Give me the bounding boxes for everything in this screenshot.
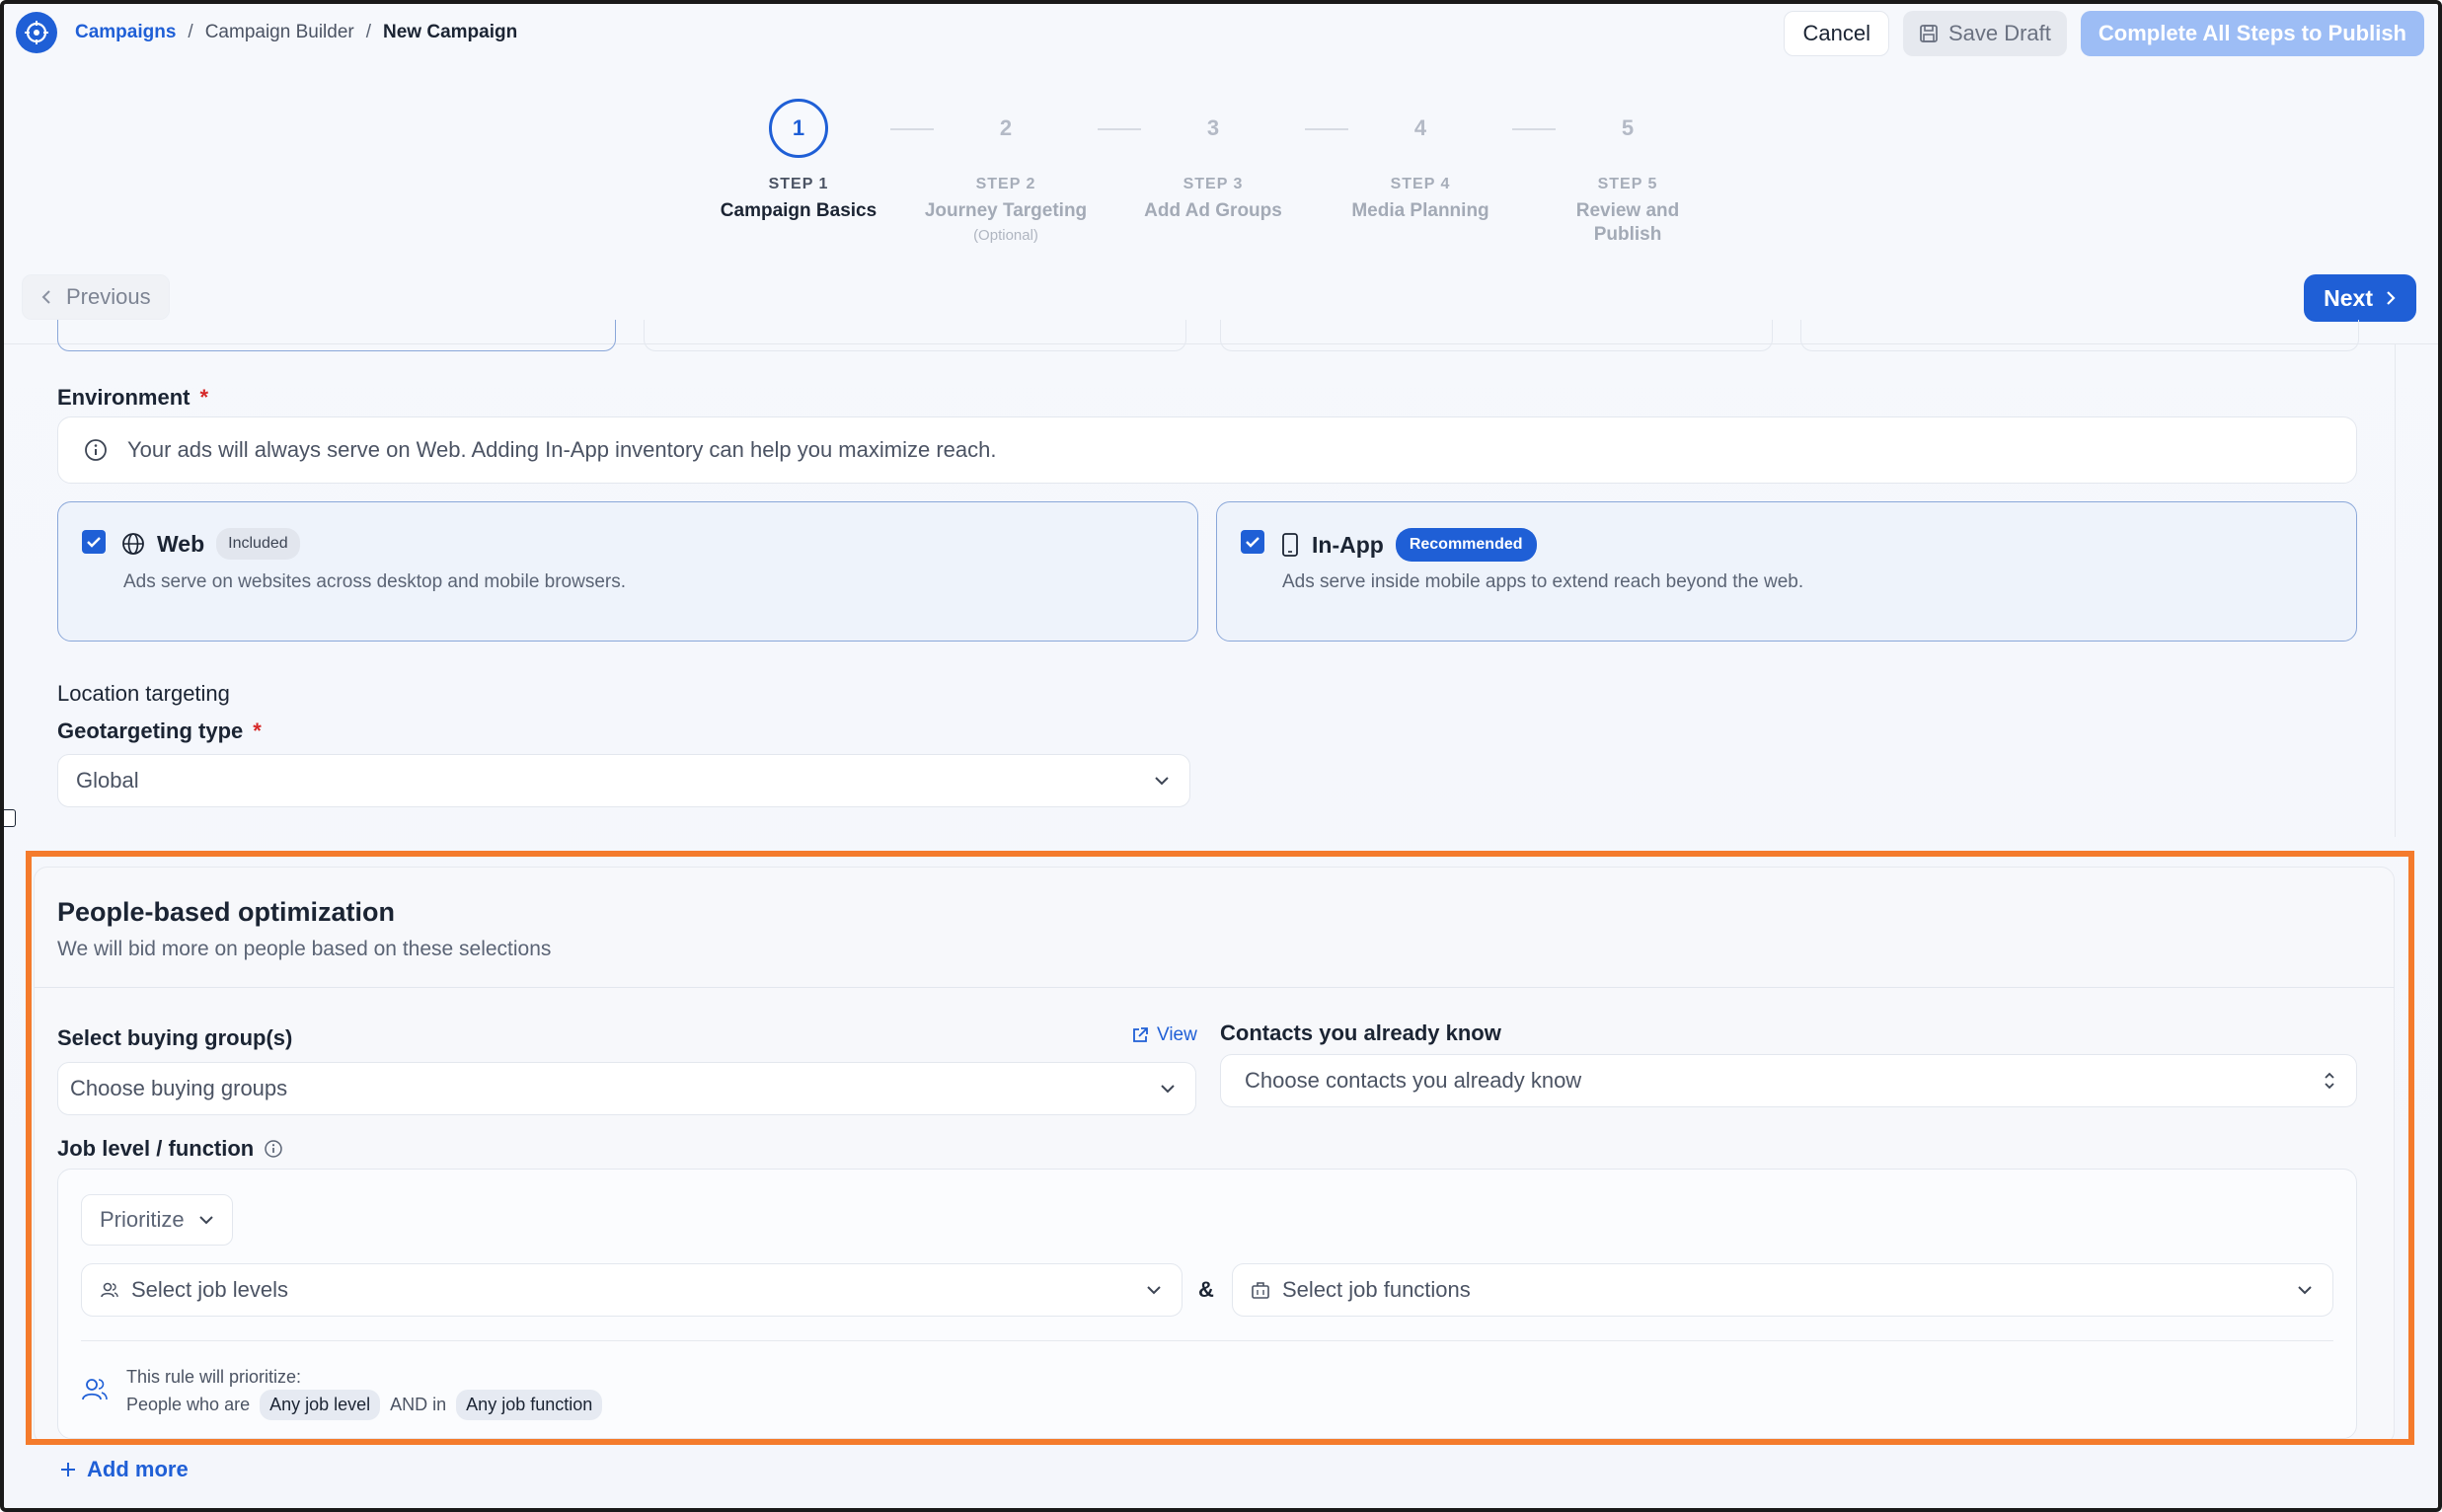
env-option-web[interactable]: Web Included Ads serve on websites acros…: [57, 501, 1198, 642]
step-name: Campaign Basics: [720, 200, 878, 221]
step-circle: 3: [1206, 115, 1220, 140]
scrolled-card-edge: [644, 320, 1186, 351]
environment-info-text: Your ads will always serve on Web. Addin…: [127, 437, 997, 462]
scrolled-card-edge: [1800, 320, 2359, 351]
included-badge: Included: [216, 528, 300, 560]
sidebar-toggle-icon[interactable]: [4, 809, 16, 827]
app-window: Campaigns / Campaign Builder / New Campa…: [0, 0, 2442, 1512]
chevron-down-icon: [1155, 777, 1169, 786]
step-number: STEP 4: [1390, 176, 1451, 192]
breadcrumb: Campaigns / Campaign Builder / New Campa…: [75, 22, 517, 43]
step-1[interactable]: 1 STEP 1 Campaign Basics: [695, 99, 902, 223]
in-app-description: Ads serve inside mobile apps to extend r…: [1282, 571, 1804, 592]
breadcrumb-separator: /: [188, 22, 193, 42]
web-title-row: Web Included: [121, 528, 300, 560]
step-circle: 4: [1413, 115, 1427, 140]
check-icon: [87, 537, 101, 548]
publish-button[interactable]: Complete All Steps to Publish: [2080, 11, 2424, 56]
stepper: 1 STEP 1 Campaign Basics 2 STEP 2 Journe…: [695, 99, 1741, 257]
env-option-in-app[interactable]: In-App Recommended Ads serve inside mobi…: [1216, 501, 2357, 642]
check-icon: [1246, 537, 1259, 548]
add-more-label: Add more: [87, 1457, 189, 1481]
save-draft-button[interactable]: Save Draft: [1902, 11, 2067, 56]
save-icon: [1920, 25, 1938, 42]
in-app-checkbox[interactable]: [1241, 530, 1264, 554]
top-bar: Campaigns / Campaign Builder / New Campa…: [4, 4, 2438, 61]
geotargeting-label: Geotargeting type *: [57, 718, 262, 744]
step-name: Journey Targeting: [924, 200, 1088, 221]
scrolled-card-edge: [57, 320, 616, 351]
in-app-title: In-App: [1312, 531, 1384, 558]
geotargeting-select[interactable]: Global: [57, 754, 1190, 807]
required-mark: *: [199, 385, 209, 410]
plus-icon: [61, 1463, 75, 1476]
step-number: STEP 1: [768, 176, 829, 192]
step-5[interactable]: 5 STEP 5 Review and Publish: [1524, 99, 1731, 247]
breadcrumb-separator: /: [365, 22, 372, 42]
step-number: STEP 5: [1597, 176, 1658, 192]
info-icon: [85, 439, 107, 461]
app-logo-icon[interactable]: [16, 12, 57, 53]
breadcrumb-campaigns[interactable]: Campaigns: [75, 22, 176, 43]
step-circle: 5: [1621, 115, 1635, 140]
previous-button[interactable]: Previous: [22, 274, 170, 320]
step-name: Add Ad Groups: [1144, 200, 1282, 221]
add-more-button[interactable]: Add more: [59, 1457, 189, 1482]
globe-icon: [122, 533, 144, 555]
breadcrumb-campaign-builder[interactable]: Campaign Builder: [205, 22, 354, 43]
in-app-title-row: In-App Recommended: [1280, 528, 1537, 562]
recommended-badge: Recommended: [1395, 528, 1537, 562]
highlight-outline: [26, 851, 2414, 1445]
mobile-phone-icon: [1282, 533, 1298, 557]
required-mark: *: [253, 718, 262, 743]
location-targeting-heading: Location targeting: [57, 681, 230, 706]
step-number: STEP 2: [975, 176, 1036, 192]
next-label: Next: [2324, 284, 2373, 311]
environment-label-text: Environment: [57, 385, 191, 410]
geotargeting-value: Global: [76, 768, 139, 793]
environment-info: Your ads will always serve on Web. Addin…: [57, 416, 2357, 484]
step-2[interactable]: 2 STEP 2 Journey Targeting (Optional): [902, 99, 1109, 244]
panel-edge: [2395, 343, 2396, 837]
step-name: Media Planning: [1351, 200, 1489, 221]
previous-label: Previous: [66, 284, 151, 309]
step-name: Review and Publish: [1575, 200, 1680, 245]
step-circle: 1: [769, 99, 828, 158]
top-actions: Cancel Save Draft Complete All Steps to …: [1784, 11, 2424, 56]
chevron-right-icon: [2387, 291, 2396, 305]
step-4[interactable]: 4 STEP 4 Media Planning: [1317, 99, 1524, 223]
environment-label: Environment *: [57, 385, 208, 411]
geotargeting-label-text: Geotargeting type: [57, 718, 244, 743]
chevron-left-icon: [41, 290, 50, 304]
step-optional: (Optional): [973, 227, 1038, 244]
save-draft-label: Save Draft: [1947, 21, 2051, 45]
step-3[interactable]: 3 STEP 3 Add Ad Groups: [1109, 99, 1317, 223]
web-title: Web: [157, 530, 205, 557]
next-button[interactable]: Next: [2304, 274, 2416, 322]
step-number: STEP 3: [1183, 176, 1244, 192]
scrolled-card-edge: [1220, 320, 1773, 351]
step-circle: 2: [999, 115, 1013, 140]
web-description: Ads serve on websites across desktop and…: [123, 571, 627, 592]
web-checkbox[interactable]: [82, 530, 106, 554]
breadcrumb-current: New Campaign: [383, 22, 518, 42]
cancel-button[interactable]: Cancel: [1784, 11, 1889, 56]
